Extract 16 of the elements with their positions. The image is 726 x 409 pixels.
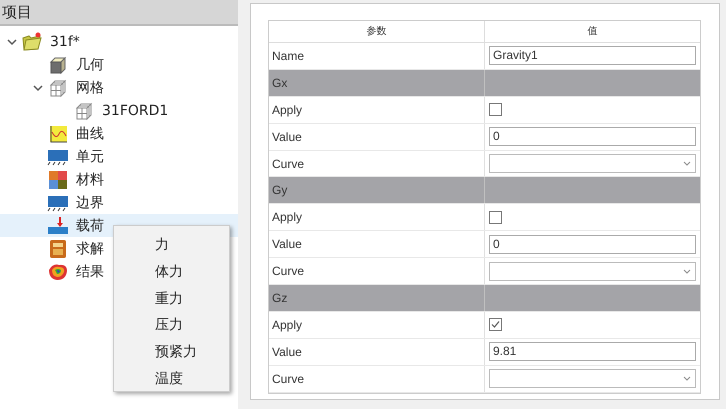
parameter-label: Apply: [269, 312, 485, 338]
parameter-label: Value: [269, 338, 485, 365]
group-header: Gy: [269, 177, 485, 204]
group-header: Gx: [269, 70, 485, 96]
parameter-label: Value: [269, 124, 485, 150]
column-header: 值: [586, 25, 598, 39]
group-header: Gz: [269, 285, 485, 311]
parameter-label: Apply: [269, 204, 485, 230]
parameter-label: Curve: [269, 366, 485, 392]
parameter-label: Curve: [269, 258, 485, 284]
panel-title: 项目: [0, 0, 238, 26]
parameter-label: Name: [269, 43, 485, 69]
column-header: 参数: [269, 21, 485, 43]
parameter-label: Value: [269, 231, 485, 258]
parameter-label: Curve: [269, 150, 485, 176]
parameter-label: Apply: [269, 96, 485, 123]
